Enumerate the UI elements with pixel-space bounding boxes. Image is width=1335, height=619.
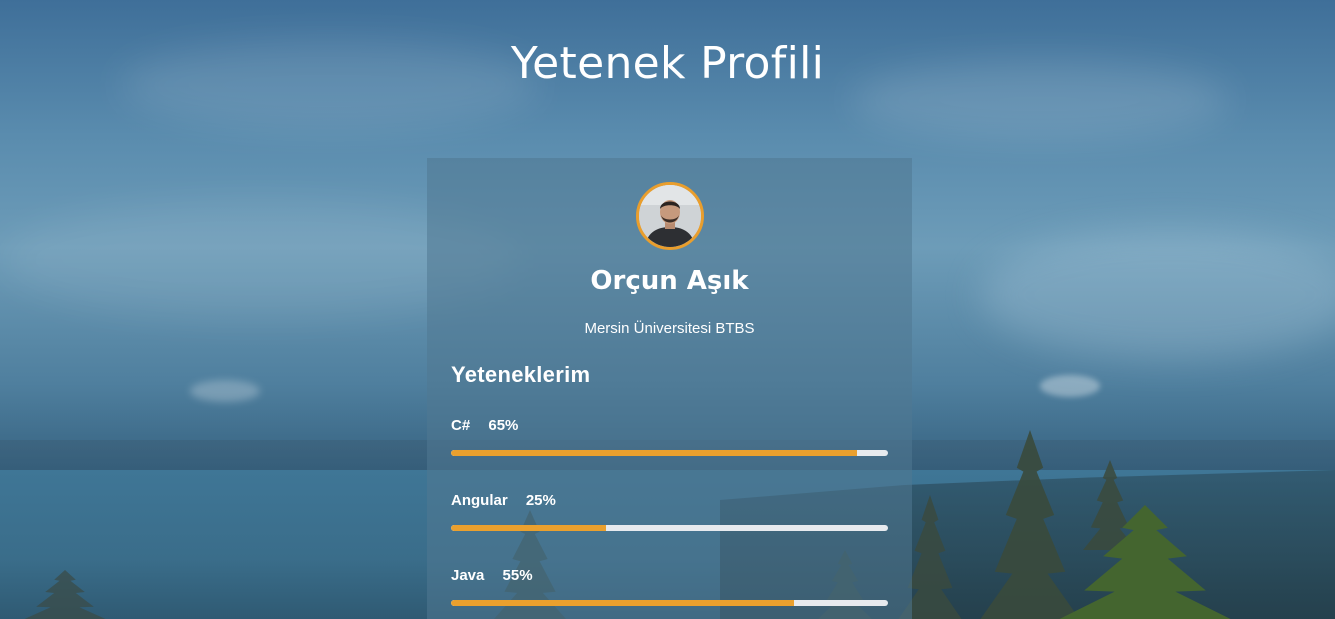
cloud	[980, 230, 1335, 360]
skill-name: Angular	[451, 492, 508, 509]
skill-progress-bar	[451, 525, 888, 531]
skill-percent: 55%	[502, 567, 533, 584]
skill-percent: 65%	[488, 417, 519, 434]
skill-item-java: Java 55%	[451, 566, 888, 606]
skill-progress-fill	[451, 450, 858, 456]
skill-name: Java	[451, 567, 485, 584]
profile-card: Orçun Aşık Mersin Üniversitesi BTBS Yete…	[427, 158, 912, 619]
skills-heading: Yeteneklerim	[451, 362, 591, 387]
cloud	[1040, 375, 1100, 397]
skill-label: Angular 25%	[451, 491, 888, 511]
skill-progress-bar	[451, 600, 888, 606]
profile-subtitle: Mersin Üniversitesi BTBS	[584, 320, 755, 337]
skill-label: Java 55%	[451, 566, 888, 586]
skill-item-angular: Angular 25%	[451, 491, 888, 531]
skill-progress-fill	[451, 600, 795, 606]
cloud	[190, 380, 260, 402]
avatar	[636, 182, 704, 250]
skill-label: C# 65%	[451, 416, 888, 436]
profile-name: Orçun Aşık	[590, 266, 749, 296]
skill-progress-bar	[451, 450, 888, 456]
person-photo-icon	[639, 185, 701, 247]
skill-progress-fill	[451, 525, 607, 531]
skill-percent: 25%	[525, 492, 556, 509]
page-title: Yetenek Profili	[510, 38, 825, 89]
skill-name: C#	[451, 417, 471, 434]
skill-item-csharp: C# 65%	[451, 416, 888, 456]
